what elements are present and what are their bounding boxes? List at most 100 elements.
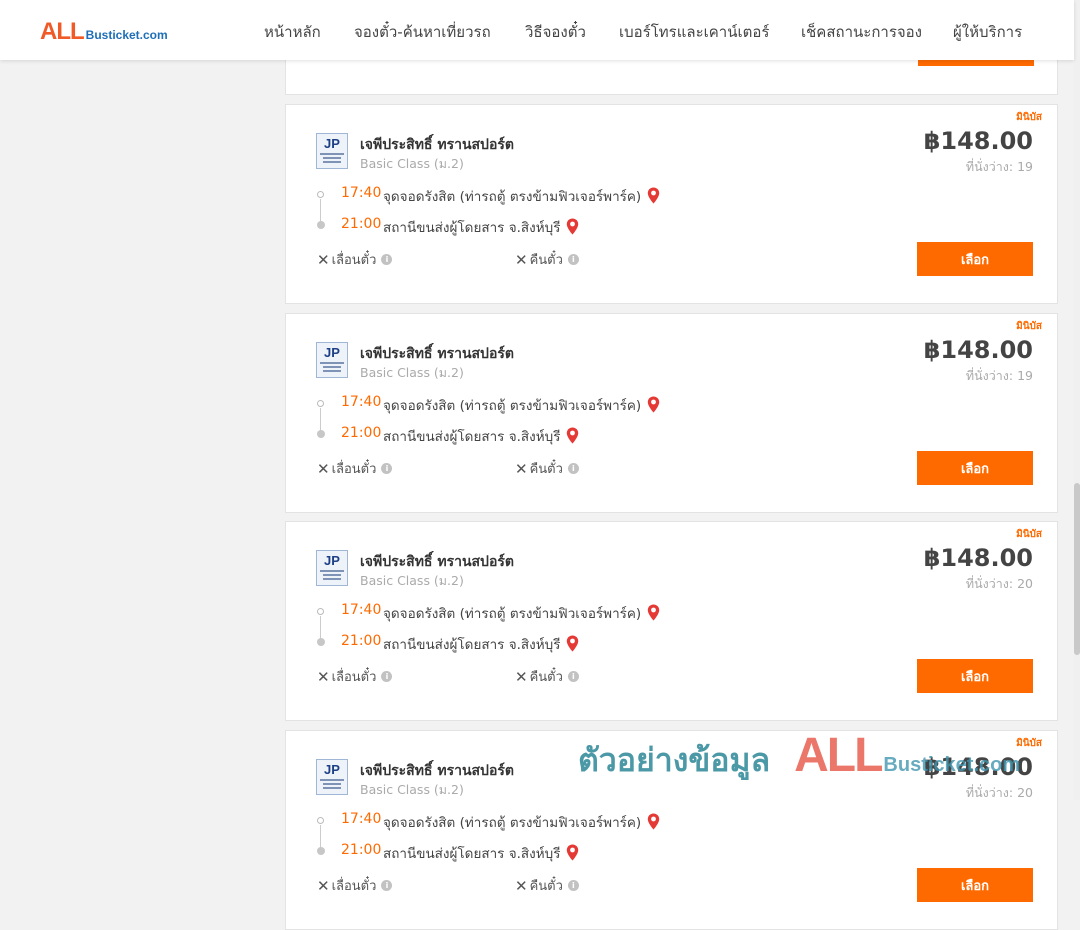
timeline-line [320, 825, 321, 849]
refund-policy: ✕ คืนตั๋ว i [515, 666, 579, 687]
site-logo[interactable]: ALL Busticket.com [40, 18, 168, 46]
cross-icon: ✕ [515, 459, 528, 478]
depart-time: 17:40 [341, 394, 382, 410]
refund-label: คืนตั๋ว [529, 670, 563, 685]
refund-label: คืนตั๋ว [529, 462, 563, 477]
cross-icon: ✕ [515, 250, 528, 269]
arrive-dot [317, 847, 325, 855]
depart-dot [317, 817, 324, 824]
nav-how-to-book[interactable]: วิธีจองตั๋ว [525, 20, 586, 44]
logo-all-text: ALL [40, 18, 85, 45]
operator-name: เจพีประสิทธิ์ ทรานสปอร์ต [360, 346, 514, 362]
nav-operators[interactable]: ผู้ให้บริการ [953, 20, 1022, 44]
info-icon[interactable]: i [567, 463, 579, 474]
operator-logo: JP [316, 759, 348, 795]
map-pin-icon[interactable] [647, 187, 660, 208]
depart-place-text: จุดจอดรังสิต (ท่ารถตู้ ตรงข้ามฟิวเจอร์พา… [383, 189, 642, 205]
arrive-place: สถานีขนส่งผู้โดยสาร จ.สิงห์บุรี [383, 216, 579, 239]
info-icon[interactable]: i [381, 254, 393, 265]
trip-card: มินิบัส JP เจพีประสิทธิ์ ทรานสปอร์ต Basi… [285, 313, 1058, 513]
info-icon[interactable]: i [567, 880, 579, 891]
trip-card: มินิบัส JP เจพีประสิทธิ์ ทรานสปอร์ต Basi… [285, 521, 1058, 721]
timeline-line [320, 408, 321, 432]
select-button[interactable]: เลือก [917, 242, 1033, 276]
arrive-place: สถานีขนส่งผู้โดยสาร จ.สิงห์บุรี [383, 842, 579, 865]
timeline-line [320, 616, 321, 640]
depart-place: จุดจอดรังสิต (ท่ารถตู้ ตรงข้ามฟิวเจอร์พา… [383, 811, 660, 834]
info-icon[interactable]: i [567, 254, 579, 265]
operator-logo-text: JP [324, 762, 340, 777]
operator-logo-text: JP [324, 345, 340, 360]
operator-name: เจพีประสิทธิ์ ทรานสปอร์ต [360, 137, 514, 153]
arrive-dot [317, 430, 325, 438]
watermark-logo-all: ALL [794, 729, 883, 782]
minibus-badge: มินิบัส [1016, 321, 1042, 332]
nav-phone-counters[interactable]: เบอร์โทรและเคาน์เตอร์ [619, 20, 769, 44]
depart-time: 17:40 [341, 811, 382, 827]
cross-icon: ✕ [515, 667, 528, 686]
site-header: ALL Busticket.com หน้าหลัก จองตั๋ว-ค้นหา… [0, 0, 1074, 60]
bus-class: Basic Class (ม.2) [360, 782, 464, 797]
arrive-time: 21:00 [341, 633, 382, 649]
bus-class: Basic Class (ม.2) [360, 365, 464, 380]
cross-icon: ✕ [317, 459, 330, 478]
nav-home[interactable]: หน้าหลัก [264, 20, 321, 44]
depart-dot [317, 191, 324, 198]
operator-logo: JP [316, 550, 348, 586]
map-pin-icon[interactable] [566, 218, 579, 239]
arrive-place-text: สถานีขนส่งผู้โดยสาร จ.สิงห์บุรี [383, 429, 561, 445]
info-icon[interactable]: i [381, 671, 393, 682]
info-icon[interactable]: i [381, 463, 393, 474]
cross-icon: ✕ [317, 876, 330, 895]
depart-dot [317, 400, 324, 407]
scrollbar-thumb[interactable] [1074, 483, 1080, 655]
operator-logo: JP [316, 133, 348, 169]
refund-policy: ✕ คืนตั๋ว i [515, 249, 579, 270]
reschedule-label: เลื่อนตั๋ว [331, 462, 377, 477]
select-button[interactable]: เลือก [917, 451, 1033, 485]
map-pin-icon[interactable] [647, 396, 660, 417]
reschedule-label: เลื่อนตั๋ว [331, 253, 377, 268]
reschedule-label: เลื่อนตั๋ว [331, 879, 377, 894]
cross-icon: ✕ [515, 876, 528, 895]
map-pin-icon[interactable] [566, 427, 579, 448]
map-pin-icon[interactable] [566, 635, 579, 656]
bus-class: Basic Class (ม.2) [360, 573, 464, 588]
trip-price: ฿148.00 [923, 544, 1033, 572]
info-icon[interactable]: i [381, 880, 393, 891]
cross-icon: ✕ [317, 250, 330, 269]
seats-available: ที่นั่งว่าง: 19 [965, 368, 1033, 383]
nav-booking-status[interactable]: เช็คสถานะการจอง [801, 20, 922, 44]
reschedule-policy: ✕ เลื่อนตั๋ว i [317, 666, 393, 687]
reschedule-label: เลื่อนตั๋ว [331, 670, 377, 685]
seats-available: ที่นั่งว่าง: 20 [965, 785, 1033, 800]
trip-price: ฿148.00 [923, 336, 1033, 364]
arrive-dot [317, 221, 325, 229]
arrive-place-text: สถานีขนส่งผู้โดยสาร จ.สิงห์บุรี [383, 846, 561, 862]
depart-place: จุดจอดรังสิต (ท่ารถตู้ ตรงข้ามฟิวเจอร์พา… [383, 602, 660, 625]
timeline-line [320, 199, 321, 223]
info-icon[interactable]: i [567, 671, 579, 682]
watermark-logo-rest: Busticket.com [883, 754, 1021, 776]
refund-policy: ✕ คืนตั๋ว i [515, 458, 579, 479]
seats-available: ที่นั่งว่าง: 19 [965, 159, 1033, 174]
select-button[interactable]: เลือก [917, 868, 1033, 902]
nav-book-search[interactable]: จองตั๋ว-ค้นหาเที่ยวรถ [354, 20, 491, 44]
bus-class: Basic Class (ม.2) [360, 156, 464, 171]
page-scrollbar[interactable] [1074, 0, 1080, 800]
select-button[interactable]: เลือก [917, 659, 1033, 693]
map-pin-icon[interactable] [647, 604, 660, 625]
operator-logo-text: JP [324, 136, 340, 151]
refund-policy: ✕ คืนตั๋ว i [515, 875, 579, 896]
depart-place-text: จุดจอดรังสิต (ท่ารถตู้ ตรงข้ามฟิวเจอร์พา… [383, 815, 642, 831]
map-pin-icon[interactable] [566, 844, 579, 865]
arrive-time: 21:00 [341, 842, 382, 858]
reschedule-policy: ✕ เลื่อนตั๋ว i [317, 249, 393, 270]
trip-price: ฿148.00 [923, 127, 1033, 155]
refund-label: คืนตั๋ว [529, 253, 563, 268]
arrive-place-text: สถานีขนส่งผู้โดยสาร จ.สิงห์บุรี [383, 637, 561, 653]
depart-place: จุดจอดรังสิต (ท่ารถตู้ ตรงข้ามฟิวเจอร์พา… [383, 394, 660, 417]
arrive-dot [317, 638, 325, 646]
operator-logo: JP [316, 342, 348, 378]
map-pin-icon[interactable] [647, 813, 660, 834]
